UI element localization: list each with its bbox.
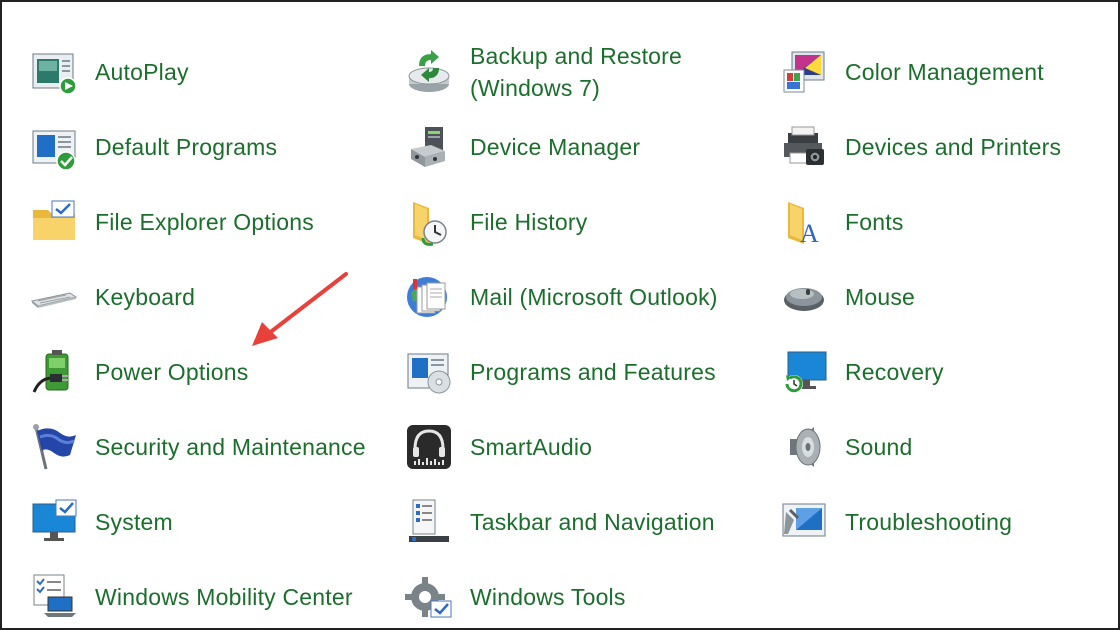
smartaudio-icon <box>404 422 454 472</box>
item-label: Windows Mobility Center <box>95 584 353 610</box>
recovery-icon <box>779 347 829 397</box>
item-label: Default Programs <box>95 134 278 160</box>
item-label: Fonts <box>845 209 904 235</box>
item-label: Security and Maintenance <box>95 434 366 460</box>
item-label: Mail (Microsoft Outlook) <box>470 284 718 310</box>
item-label: Mouse <box>845 284 916 310</box>
item-color-management[interactable]: Color Management <box>779 42 1044 102</box>
item-smartaudio[interactable]: SmartAudio <box>404 417 592 477</box>
item-programs-features[interactable]: Programs and Features <box>404 342 716 402</box>
item-sound[interactable]: Sound <box>779 417 913 477</box>
item-file-explorer-options[interactable]: File Explorer Options <box>29 192 314 252</box>
devices-printers-icon <box>779 122 829 172</box>
item-label: Taskbar and Navigation <box>470 509 715 535</box>
item-label: Sound <box>845 434 913 460</box>
annotation-arrow <box>252 272 348 346</box>
security-maintenance-icon <box>29 422 79 472</box>
item-recovery[interactable]: Recovery <box>779 342 944 402</box>
item-system[interactable]: System <box>29 492 173 552</box>
item-label: AutoPlay <box>95 59 189 85</box>
fonts-icon: A <box>779 197 829 247</box>
item-power-options[interactable]: Power Options <box>29 342 248 402</box>
mouse-icon <box>779 272 829 322</box>
item-label: Troubleshooting <box>845 509 1013 535</box>
item-label: SmartAudio <box>470 434 593 460</box>
item-label: System <box>95 509 173 535</box>
item-keyboard[interactable]: Keyboard <box>29 267 195 327</box>
item-label: Windows Tools <box>470 584 626 610</box>
item-windows-mobility-center[interactable]: Windows Mobility Center <box>29 567 353 627</box>
item-device-manager[interactable]: Device Manager <box>404 117 640 177</box>
autoplay-icon <box>29 47 79 97</box>
item-label: Devices and Printers <box>845 134 1062 160</box>
device-manager-icon <box>404 122 454 172</box>
power-options-icon <box>29 347 79 397</box>
svg-text:A: A <box>800 219 819 246</box>
default-programs-icon <box>29 122 79 172</box>
item-label: Color Management <box>845 59 1044 85</box>
windows-tools-icon <box>404 572 454 622</box>
item-autoplay[interactable]: AutoPlay <box>29 42 189 102</box>
item-file-history[interactable]: File History <box>404 192 587 252</box>
item-fonts[interactable]: A Fonts <box>779 192 904 252</box>
color-management-icon <box>779 47 829 97</box>
sound-icon <box>779 422 829 472</box>
system-icon <box>29 497 79 547</box>
item-devices-printers[interactable]: Devices and Printers <box>779 117 1061 177</box>
item-windows-tools[interactable]: Windows Tools <box>404 567 626 627</box>
taskbar-navigation-icon <box>404 497 454 547</box>
item-troubleshooting[interactable]: Troubleshooting <box>779 492 1012 552</box>
windows-mobility-center-icon <box>29 572 79 622</box>
item-default-programs[interactable]: Default Programs <box>29 117 277 177</box>
item-mail[interactable]: Mail (Microsoft Outlook) <box>404 267 718 327</box>
item-backup-restore[interactable]: Backup and Restore (Windows 7) <box>404 42 682 102</box>
item-taskbar-navigation[interactable]: Taskbar and Navigation <box>404 492 715 552</box>
file-history-icon <box>404 197 454 247</box>
item-mouse[interactable]: Mouse <box>779 267 915 327</box>
item-label: Power Options <box>95 359 249 385</box>
programs-features-icon <box>404 347 454 397</box>
troubleshooting-icon <box>779 497 829 547</box>
keyboard-icon <box>29 272 79 322</box>
file-explorer-options-icon <box>29 197 79 247</box>
item-label: File History <box>470 209 588 235</box>
item-label: Device Manager <box>470 134 641 160</box>
item-security-maintenance[interactable]: Security and Maintenance <box>29 417 366 477</box>
item-label: File Explorer Options <box>95 209 314 235</box>
mail-icon <box>404 272 454 322</box>
item-label: Programs and Features <box>470 359 716 385</box>
item-label: Backup and Restore (Windows 7) <box>470 43 683 101</box>
backup-restore-icon <box>404 47 454 97</box>
item-label: Recovery <box>845 359 944 385</box>
control-panel-items: AutoPlay Backup and Restore (Windows 7) … <box>2 2 1118 628</box>
item-label: Keyboard <box>95 284 196 310</box>
control-panel-window: AutoPlay Backup and Restore (Windows 7) … <box>0 0 1120 630</box>
